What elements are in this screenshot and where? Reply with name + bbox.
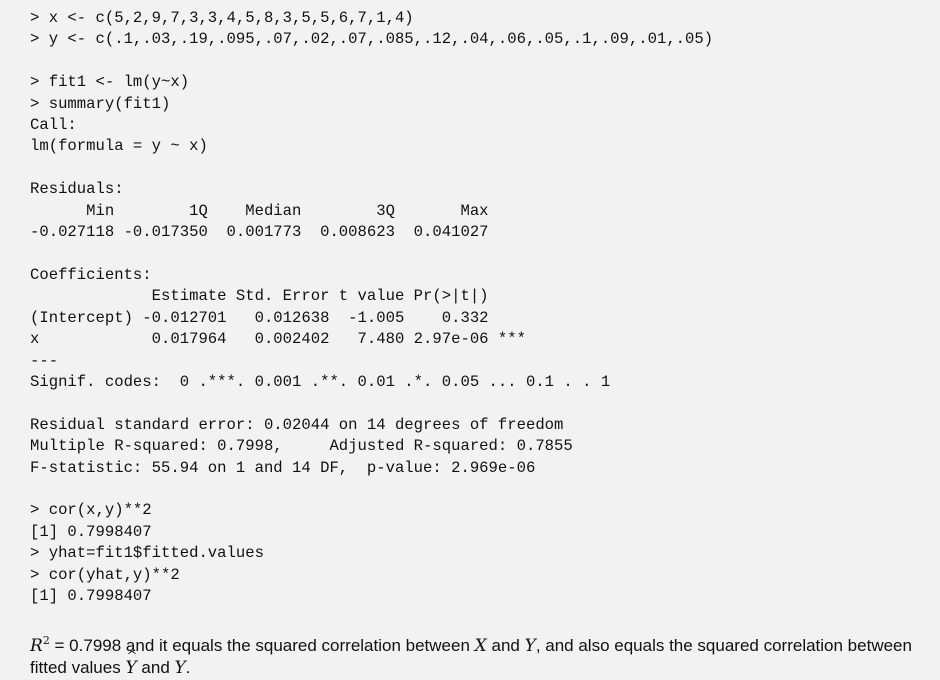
console-line: > cor(x,y)**2 (30, 501, 152, 520)
console-line: > x <- c(5,2,9,7,3,3,4,5,8,3,5,5,6,7,1,4… (30, 9, 414, 27)
console-line: [1] 0.7998407 (30, 586, 152, 605)
console-line: > yhat=fit1$fitted.values (30, 544, 264, 563)
console-line: --- (30, 351, 59, 370)
console-line: > y <- c(.1,.03,.19,.095,.07,.02,.07,.08… (30, 30, 714, 49)
console-line: Residuals: (30, 180, 124, 199)
var-y-hat: Y (125, 646, 137, 679)
r-squared-symbol: R2 (30, 634, 50, 656)
console-line: (Intercept) -0.012701 0.012638 -1.005 0.… (30, 308, 526, 327)
console-line: > fit1 <- lm(y~x) (30, 73, 190, 92)
r-console-output[interactable]: > x <- c(5,2,9,7,3,3,4,5,8,3,5,5,6,7,1,4… (0, 0, 940, 605)
console-line: Min 1Q Median 3Q Max (30, 201, 498, 220)
console-line: Residual standard error: 0.02044 on 14 d… (30, 415, 564, 434)
console-line: -0.027118 -0.017350 0.001773 0.008623 0.… (30, 223, 498, 242)
var-x: X (474, 636, 487, 656)
var-y: Y (174, 658, 186, 678)
explanation-text: R2 = 0.7998 and it equals the squared co… (30, 630, 920, 679)
r-squared-value: = 0.7998 (49, 636, 122, 655)
console-line: > summary(fit1) (30, 94, 171, 113)
console-line: x 0.017964 0.002402 7.480 2.97e-06 *** (30, 330, 526, 349)
console-line: Estimate Std. Error t value Pr(>|t|) (30, 287, 526, 306)
console-line: Coefficients: (30, 265, 152, 284)
var-y: Y (524, 636, 536, 656)
console-line: > cor(yhat,y)**2 (30, 565, 180, 584)
console-line: lm(formula = y ~ x) (30, 137, 208, 156)
console-line: Multiple R-squared: 0.7998, Adjusted R-s… (30, 437, 583, 456)
console-line: [1] 0.7998407 (30, 522, 152, 541)
console-line: Signif. codes: 0 .***. 0.001 .**. 0.01 .… (30, 372, 611, 391)
console-line: Call: (30, 116, 77, 135)
console-text: > x <- c(5,2,9,7,3,3,4,5,8,3,5,5,6,7,1,4… (30, 8, 940, 607)
console-line: F-statistic: 55.94 on 1 and 14 DF, p-val… (30, 458, 536, 477)
